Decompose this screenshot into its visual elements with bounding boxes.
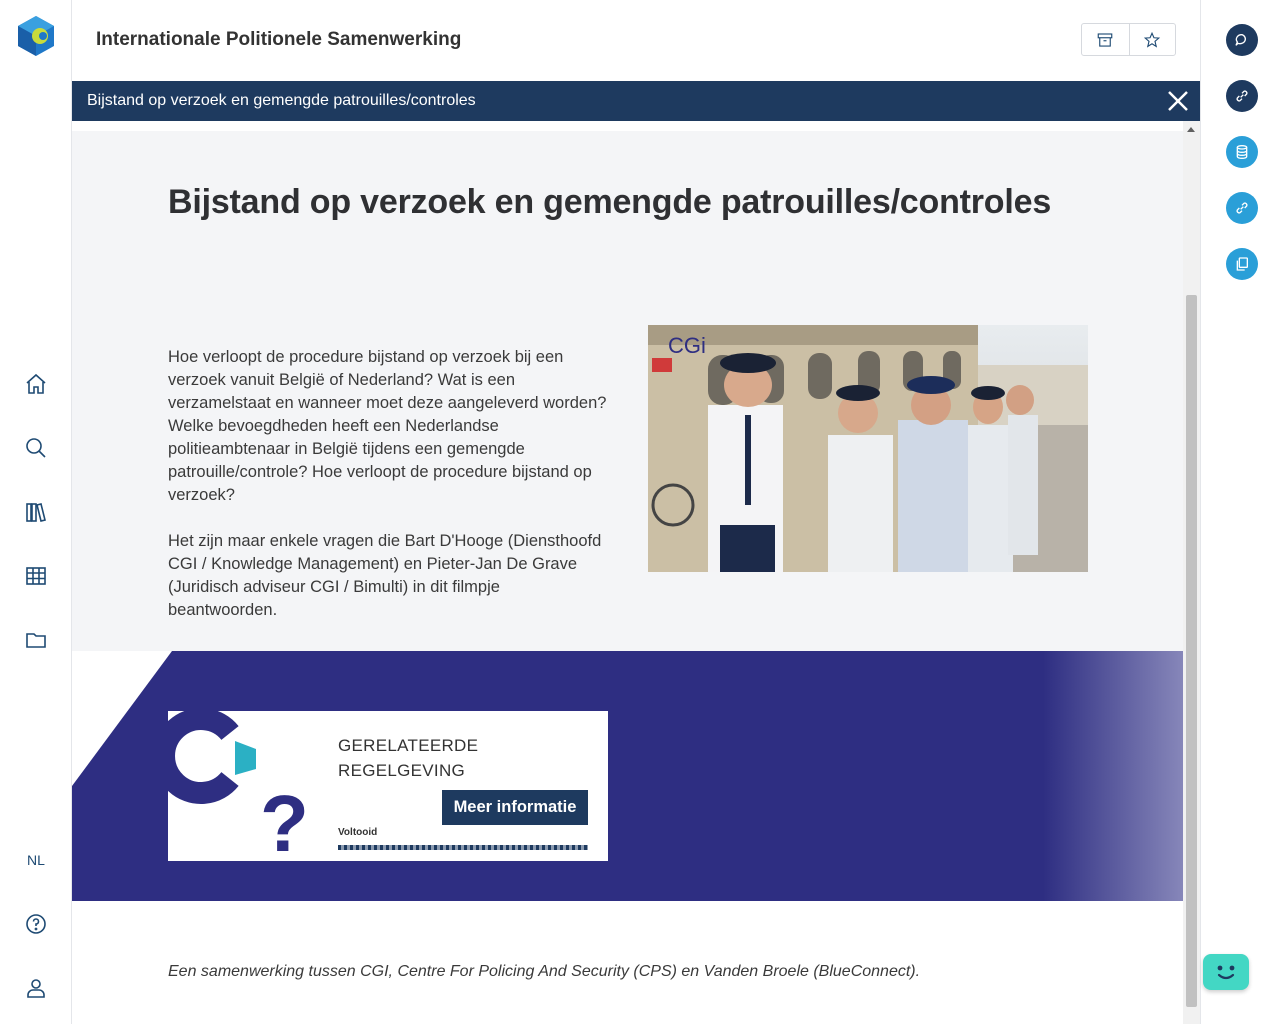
archive-button[interactable] <box>1082 24 1129 55</box>
app-title: Internationale Politionele Samenwerking <box>96 29 462 50</box>
chatbot-face-icon <box>1217 965 1235 980</box>
folder-icon[interactable] <box>22 626 50 654</box>
content-panel: Bijstand op verzoek en gemengde patrouil… <box>72 121 1200 1024</box>
page-title: Bijstand op verzoek en gemengde patrouil… <box>168 183 1052 221</box>
topic-bar-title: Bijstand op verzoek en gemengde patrouil… <box>87 92 476 109</box>
archive-icon <box>1097 32 1113 47</box>
footer-credits: Een samenwerking tussen CGI, Centre For … <box>168 963 921 980</box>
link-icon[interactable] <box>1226 192 1258 224</box>
decorative-corner <box>72 651 172 786</box>
related-section: ? GERELATEERDE REGELGEVING Meer informat… <box>72 651 1183 901</box>
library-icon[interactable] <box>22 498 50 526</box>
question-logo-icon: ? <box>168 711 309 861</box>
card-title: GERELATEERDE REGELGEVING <box>338 733 478 783</box>
chatbot-button[interactable] <box>1203 954 1249 990</box>
app-header: Internationale Politionele Samenwerking <box>72 0 1200 81</box>
star-icon <box>1144 31 1161 48</box>
related-regulation-card: ? GERELATEERDE REGELGEVING Meer informat… <box>168 711 608 861</box>
speakers-paragraph: Het zijn maar enkele vragen die Bart D'H… <box>168 532 602 619</box>
help-icon[interactable] <box>22 910 50 938</box>
more-info-button[interactable]: Meer informatie <box>442 790 588 825</box>
user-icon[interactable] <box>22 974 50 1002</box>
link-icon[interactable] <box>1226 80 1258 112</box>
header-actions <box>1081 23 1176 56</box>
card-title-line1: GERELATEERDE <box>338 736 479 755</box>
top-strip <box>72 121 1183 131</box>
video-thumbnail: CGi <box>648 325 1088 572</box>
scrollbar[interactable] <box>1183 121 1200 1024</box>
video-player[interactable]: CGi <box>648 325 1088 572</box>
copy-icon[interactable] <box>1226 248 1258 280</box>
app-logo[interactable] <box>15 15 57 57</box>
search-icon[interactable] <box>22 434 50 462</box>
intro-paragraph: Hoe verloopt de procedure bijstand op ve… <box>168 348 607 504</box>
home-icon[interactable] <box>22 370 50 398</box>
svg-text:?: ? <box>260 779 309 861</box>
grid-icon[interactable] <box>22 562 50 590</box>
favorite-button[interactable] <box>1128 24 1176 55</box>
topic-bar: Bijstand op verzoek en gemengde patrouil… <box>72 81 1200 121</box>
completion-status: Voltooid <box>338 827 378 838</box>
scrollbar-thumb[interactable] <box>1186 295 1197 1007</box>
close-icon <box>1168 91 1188 111</box>
intro-section: Bijstand op verzoek en gemengde patrouil… <box>72 131 1183 651</box>
language-switcher[interactable]: NL <box>0 852 72 868</box>
comment-icon[interactable] <box>1226 24 1258 56</box>
completion-progress-bar <box>338 845 588 850</box>
video-watermark: CGi <box>668 333 706 358</box>
card-title-line2: REGELGEVING <box>338 761 466 780</box>
scroll-up-arrow[interactable] <box>1187 127 1195 132</box>
close-button[interactable] <box>1166 89 1190 113</box>
left-navigation-rail: NL <box>0 0 72 1024</box>
database-icon[interactable] <box>1226 136 1258 168</box>
right-tools-rail <box>1200 0 1280 1024</box>
decorative-fade <box>1043 651 1183 901</box>
